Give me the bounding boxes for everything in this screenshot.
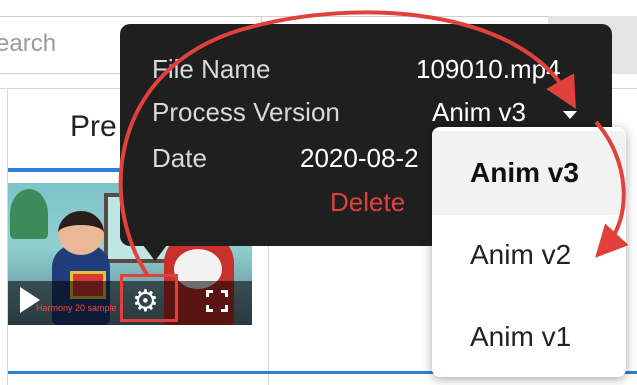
option-anim-v1[interactable]: Anim v1 [432,295,626,377]
date-value: 2020-08-2 [300,143,419,173]
preview-column-header: Pre [70,110,117,143]
thumbnail-character-head [58,211,104,255]
fullscreen-icon[interactable] [206,290,228,312]
option-anim-v3[interactable]: Anim v3 [432,131,626,215]
process-version-dropdown: Anim v3 Anim v2 Anim v1 [432,127,626,377]
file-name-label: File Name [152,54,271,84]
process-version-select[interactable]: Anim v3 [432,97,526,128]
delete-button[interactable]: Delete [330,187,405,218]
file-name-value: 109010.mp4 [416,54,561,84]
video-watermark: Harmony 20 sample [36,303,117,313]
search-input-text: earch [0,30,57,57]
gear-highlight-box [120,274,178,322]
date-label: Date [152,143,207,173]
option-anim-v2[interactable]: Anim v2 [432,213,626,297]
thumbnail-plant [10,189,48,239]
caret-down-icon[interactable] [563,111,577,119]
process-version-label: Process Version [152,97,340,127]
popup-pointer [143,245,167,261]
